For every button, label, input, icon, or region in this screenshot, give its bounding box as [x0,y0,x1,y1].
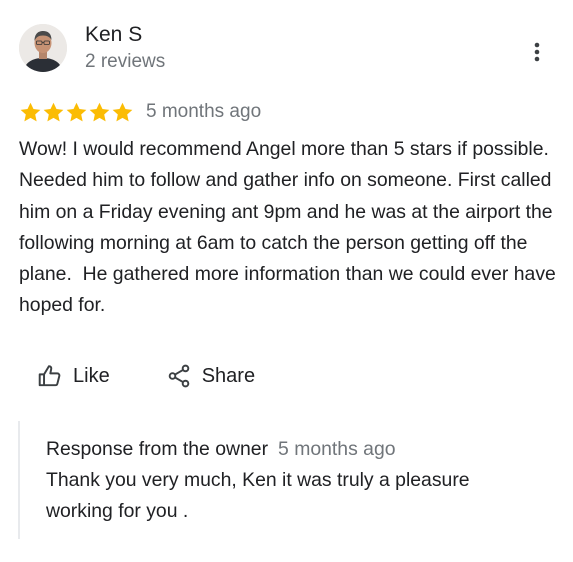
author-review-count[interactable]: 2 reviews [85,50,165,74]
owner-response-date: 5 months ago [278,438,396,460]
like-button[interactable]: Like [37,363,110,389]
share-button[interactable]: Share [166,363,255,389]
author-name[interactable]: Ken S [85,22,142,48]
review-card: Ken S 2 reviews 5 months ago Wow! I woul… [0,0,573,562]
star-icon [66,102,87,121]
share-icon [168,364,189,388]
share-label: Share [201,364,256,387]
owner-response-header: Response from the owner 5 months ago [46,436,396,462]
owner-response: Response from the owner 5 months ago Than… [18,421,550,539]
star-rating [19,101,134,124]
rating-row: 5 months ago [19,99,261,125]
owner-response-text: Thank you very much, Ken it was truly a … [46,469,470,522]
review-actions: Like Share [37,363,255,389]
thumb-up-icon [38,365,61,387]
avatar-image [19,24,67,72]
avatar[interactable] [19,24,67,72]
more-options-button[interactable] [526,40,548,64]
star-icon [20,102,41,121]
review-text: Wow! I would recommend Angel more than 5… [19,138,562,317]
like-label: Like [73,364,110,387]
review-date: 5 months ago [146,101,262,122]
star-icon [112,102,133,121]
star-icon [89,102,110,121]
star-icon [43,102,64,121]
owner-response-title: Response from the owner [46,438,269,460]
more-vert-icon [534,42,540,62]
